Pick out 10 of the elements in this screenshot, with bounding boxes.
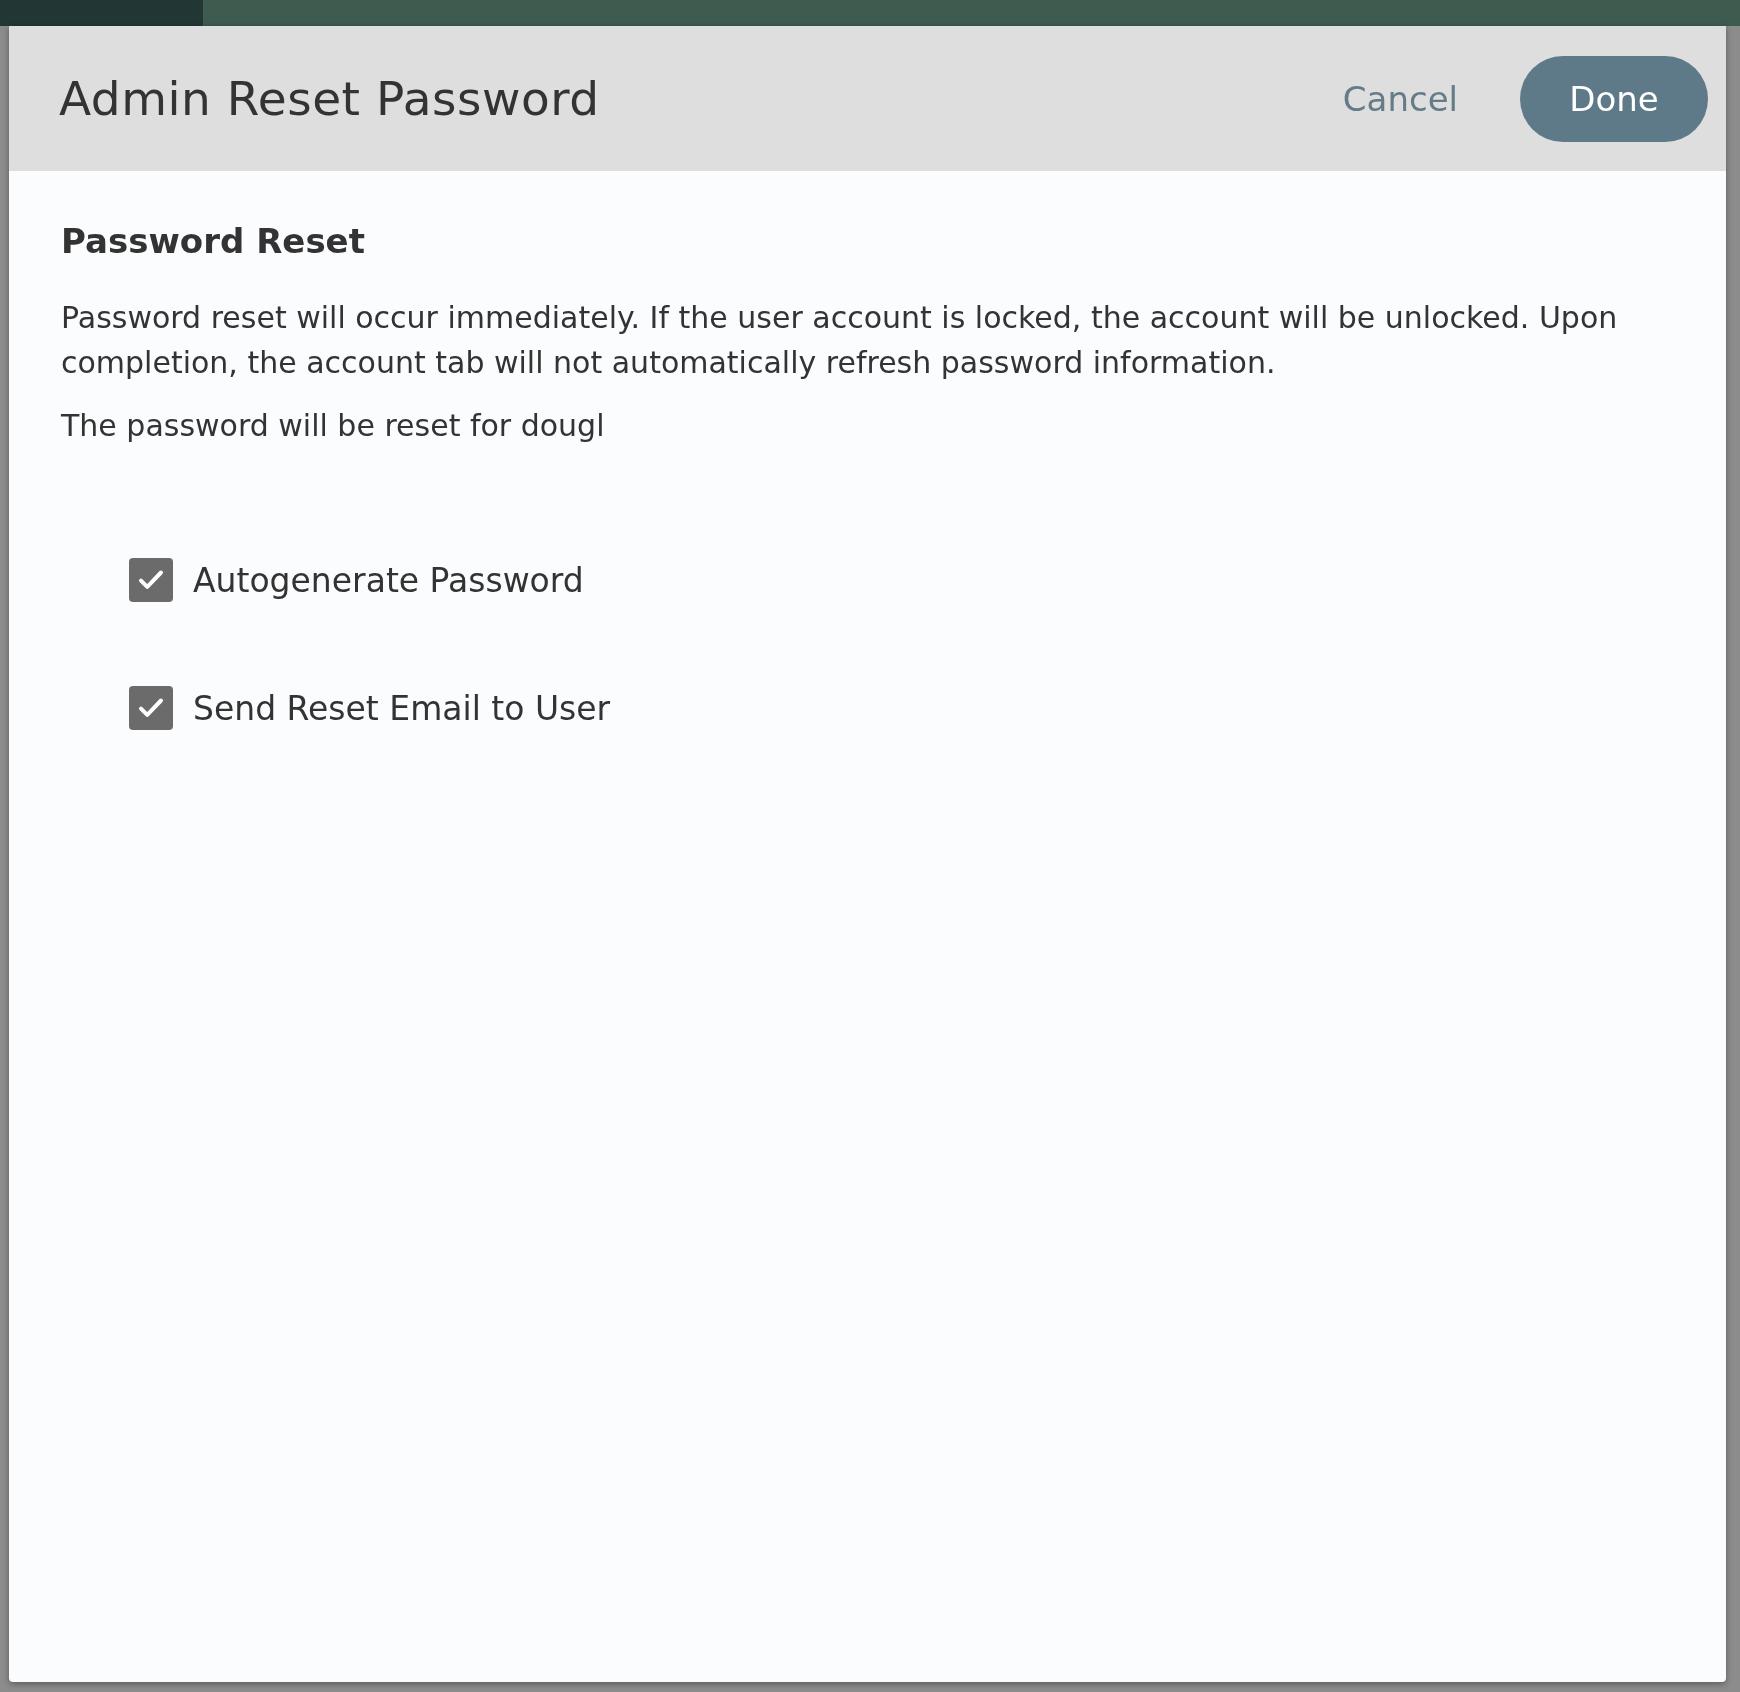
target-user-text: The password will be reset for dougl bbox=[61, 407, 606, 445]
checkbox[interactable] bbox=[129, 558, 173, 602]
section-title: Password Reset bbox=[61, 221, 366, 261]
checkbox-label: Autogenerate Password bbox=[193, 560, 584, 600]
checkbox[interactable] bbox=[129, 686, 173, 730]
cancel-button[interactable]: Cancel bbox=[1342, 78, 1458, 119]
checkbox-label: Send Reset Email to User bbox=[193, 688, 611, 728]
description-text: Password reset will occur immediately. If the user account is locked, the account will be unlocked. Upon completion, the account tab will not automatically refresh password information. bbox=[61, 299, 1619, 382]
dialog-title: Admin Reset Password bbox=[59, 71, 600, 126]
done-button[interactable]: Done bbox=[1520, 55, 1708, 142]
